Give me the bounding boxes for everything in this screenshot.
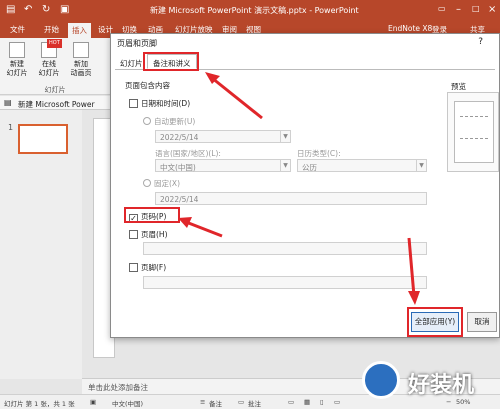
fixed-date-value: 2022/5/14 [160, 195, 199, 204]
footer-checkbox[interactable] [129, 263, 138, 272]
maximize-button[interactable]: □ [472, 4, 480, 13]
fixed-option[interactable]: 固定(X) [143, 178, 180, 189]
auto-date-value: 2022/5/14 [160, 133, 199, 142]
cancel-button[interactable]: 取消 [467, 312, 497, 332]
header-checkbox[interactable] [129, 230, 138, 239]
auto-update-option[interactable]: 自动更新(U) [143, 116, 195, 127]
tab-slide[interactable]: 幻灯片 [120, 58, 143, 69]
fixed-label: 固定(X) [154, 179, 180, 188]
redo-icon[interactable]: ↻ [42, 4, 50, 15]
highlight-box-tab [143, 52, 199, 71]
online-slide-button[interactable]: HOT 在线 幻灯片 [36, 39, 62, 78]
tab-home[interactable]: 开始 [44, 24, 59, 35]
notes-placeholder: 单击此处添加备注 [88, 383, 148, 392]
new-slide-label: 新建 幻灯片 [6, 60, 28, 77]
footer-label: 页脚(F) [141, 263, 167, 272]
language-status[interactable]: 中文(中国) [112, 398, 143, 408]
dialog-title: 页眉和页脚 [117, 39, 157, 48]
datetime-label: 日期和时间(D) [141, 99, 191, 108]
tab-insert[interactable]: 插入 [68, 23, 91, 38]
slide-thumbnail[interactable] [18, 124, 68, 154]
minimize-button[interactable]: – [456, 4, 461, 15]
title-bar: ▤ ↶ ↻ ▣ 新建 Microsoft PowerPoint 演示文稿.ppt… [0, 0, 500, 22]
document-tab[interactable]: 新建 Microsoft Power [18, 99, 95, 110]
chevron-down-icon: ▼ [280, 131, 290, 142]
language-label: 语言(国家/地区)(L): [155, 149, 221, 158]
calendar-value: 公历 [302, 163, 317, 172]
hot-badge: HOT [47, 39, 62, 48]
close-button[interactable]: × [488, 4, 496, 15]
datetime-option[interactable]: 日期和时间(D) [129, 98, 190, 109]
preview-placeholder [460, 138, 488, 139]
header-option[interactable]: 页眉(H) [129, 229, 168, 240]
footer-option[interactable]: 页脚(F) [129, 262, 166, 273]
calendar-label: 日历类型(C): [297, 149, 341, 158]
watermark-logo [362, 361, 400, 399]
reading-view-icon[interactable]: ▯ [320, 398, 324, 406]
online-slide-icon: HOT [41, 39, 62, 58]
group-title: 页面包含内容 [125, 81, 170, 90]
ribbon-panel: 新建 幻灯片 HOT 在线 幻灯片 新加 动画页 幻灯片 [0, 38, 110, 95]
preview-placeholder [460, 116, 488, 117]
window-title: 新建 Microsoft PowerPoint 演示文稿.pptx - Powe… [150, 6, 359, 15]
save-icon[interactable]: ▤ [6, 4, 15, 15]
preview-page [454, 101, 494, 163]
help-button[interactable]: ? [478, 37, 483, 47]
slide-count: 幻灯片 第 1 张，共 1 张 [4, 400, 75, 408]
datetime-checkbox[interactable] [129, 99, 138, 108]
calendar-select[interactable]: 公历 ▼ [297, 159, 427, 172]
new-album-label: 新加 动画页 [70, 60, 92, 77]
footer-input[interactable] [143, 276, 427, 289]
chevron-down-icon: ▼ [280, 160, 290, 171]
fixed-radio[interactable] [143, 179, 151, 187]
header-footer-dialog: 页眉和页脚 ? 幻灯片 备注和讲义 页面包含内容 日期和时间(D) 自动更新(U… [110, 33, 500, 338]
fixed-date-input[interactable]: 2022/5/14 [155, 192, 427, 205]
language-select[interactable]: 中文(中国) ▼ [155, 159, 291, 172]
sorter-view-icon[interactable]: ▦ [304, 398, 310, 406]
notes-toggle[interactable]: 备注 [209, 398, 222, 408]
preview-frame [447, 92, 499, 172]
comments-toggle[interactable]: 批注 [248, 398, 261, 408]
tab-file[interactable]: 文件 [10, 24, 25, 35]
comments-icon: ▭ [238, 398, 245, 406]
ribbon-group-label: 幻灯片 [44, 86, 66, 94]
normal-view-icon[interactable]: ▭ [288, 398, 294, 406]
highlight-box-apply [407, 307, 463, 337]
tab-endnote[interactable]: EndNote X8 [388, 24, 432, 33]
watermark: 好装机 [356, 355, 496, 405]
undo-icon[interactable]: ↶ [24, 4, 32, 15]
preview-label: 预览 [451, 82, 466, 91]
ribbon-options-icon[interactable]: ▭ [438, 4, 446, 13]
new-album-button[interactable]: 新加 动画页 [68, 42, 94, 78]
highlight-box-pagenum [124, 207, 180, 223]
header-label: 页眉(H) [141, 230, 168, 239]
album-icon [73, 42, 89, 58]
header-input[interactable] [143, 242, 427, 255]
language-value: 中文(中国) [160, 163, 196, 172]
doc-icon: ▤ [4, 98, 12, 107]
chevron-down-icon: ▼ [416, 160, 426, 171]
spelling-icon[interactable]: ▣ [90, 398, 96, 406]
document-tab-bar: ▤ 新建 Microsoft Power [0, 96, 110, 110]
present-icon[interactable]: ▣ [60, 4, 69, 15]
slideshow-view-icon[interactable]: ▭ [334, 398, 340, 406]
notes-icon: ≡ [200, 398, 206, 406]
watermark-text: 好装机 [408, 373, 475, 398]
slide-number: 1 [8, 123, 14, 132]
auto-update-label: 自动更新(U) [154, 117, 196, 126]
slide-thumbnail-pane: 1 [0, 110, 82, 379]
auto-update-radio[interactable] [143, 117, 151, 125]
online-slide-label: 在线 幻灯片 [38, 60, 60, 77]
new-slide-button[interactable]: 新建 幻灯片 [4, 42, 30, 78]
new-slide-icon [9, 42, 25, 58]
auto-date-select[interactable]: 2022/5/14 ▼ [155, 130, 291, 143]
